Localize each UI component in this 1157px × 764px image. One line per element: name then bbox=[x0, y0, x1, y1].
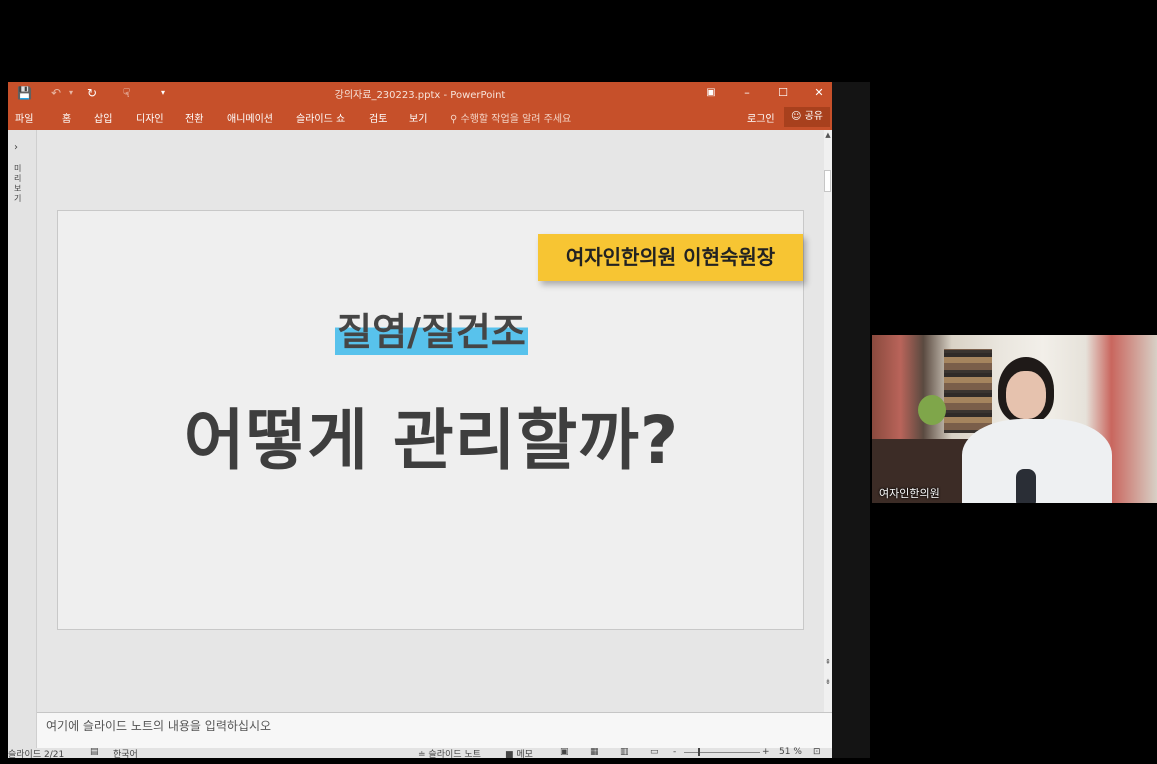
zoom-in-button[interactable]: + bbox=[762, 747, 770, 757]
comments-toggle[interactable]: ■ 메모 bbox=[505, 747, 533, 758]
minimize-button[interactable]: – bbox=[730, 82, 764, 104]
thumbnail-pane-collapsed[interactable]: › 미리보기 bbox=[8, 130, 37, 748]
language-indicator[interactable]: 한국어 bbox=[113, 747, 138, 758]
window-edge bbox=[832, 82, 870, 758]
participant-name: 여자인한의원 bbox=[879, 487, 940, 500]
zoom-out-button[interactable]: - bbox=[673, 747, 676, 757]
comments-toggle-label: 메모 bbox=[516, 750, 533, 758]
powerpoint-window: 💾 ↶ ▾ ↻ ☟ ▾ 강의자료_230223.pptx - PowerPoin… bbox=[8, 82, 832, 758]
maximize-button[interactable]: ☐ bbox=[766, 82, 800, 104]
tell-me-text: 수행할 작업을 알려 주세요 bbox=[460, 114, 572, 125]
participant-video[interactable]: 여자인한의원 bbox=[872, 335, 1157, 503]
previous-slide-icon[interactable]: ⇞ bbox=[824, 658, 832, 666]
share-label: 공유 bbox=[804, 111, 824, 122]
reading-view-icon[interactable]: ▥ bbox=[620, 747, 629, 757]
notes-icon: ≐ bbox=[418, 750, 426, 758]
slide-sorter-icon[interactable]: ▦ bbox=[590, 747, 599, 757]
current-slide[interactable]: 여자인한의원 이현숙원장 질염/질건조 어떻게 관리할까? bbox=[57, 210, 804, 630]
tab-slideshow[interactable]: 슬라이드 쇼 bbox=[296, 110, 345, 125]
fit-to-window-icon[interactable]: ⊡ bbox=[813, 747, 821, 757]
microphone bbox=[1016, 469, 1036, 503]
tab-design[interactable]: 디자인 bbox=[136, 110, 164, 125]
notes-toggle[interactable]: ≐ 슬라이드 노트 bbox=[418, 747, 481, 758]
login-button[interactable]: 로그인 bbox=[747, 110, 775, 125]
zoom-slider-thumb[interactable] bbox=[698, 748, 700, 756]
presenter-badge-text: 여자인한의원 이현숙원장 bbox=[565, 245, 776, 269]
tab-home[interactable]: 홈 bbox=[62, 110, 71, 125]
thumbnail-pane-label: 미리보기 bbox=[14, 164, 22, 203]
notes-pane[interactable]: 여기에 슬라이드 노트의 내용을 입력하십시오 bbox=[37, 712, 832, 749]
tab-review[interactable]: 검토 bbox=[369, 110, 387, 125]
vertical-scrollbar[interactable]: ▲ ⇞ ⇟ bbox=[824, 130, 832, 712]
scroll-up-icon[interactable]: ▲ bbox=[824, 131, 832, 139]
tell-me-box[interactable]: ⚲ 수행할 작업을 알려 주세요 bbox=[450, 110, 571, 125]
presenter-badge: 여자인한의원 이현숙원장 bbox=[538, 234, 803, 281]
presenter bbox=[962, 357, 1112, 503]
zoom-slider[interactable] bbox=[684, 752, 760, 753]
ribbon-tabs: 파일 홈 삽입 디자인 전환 애니메이션 슬라이드 쇼 검토 보기 ⚲ 수행할 … bbox=[8, 104, 832, 130]
normal-view-icon[interactable]: ▣ bbox=[560, 747, 569, 757]
scrollbar-thumb[interactable] bbox=[824, 170, 831, 192]
zoom-level[interactable]: 51 % bbox=[779, 747, 802, 757]
comments-icon: ■ bbox=[505, 750, 514, 758]
slide-headline: 어떻게 관리할까? bbox=[183, 402, 680, 479]
plant bbox=[918, 395, 946, 425]
notes-placeholder[interactable]: 여기에 슬라이드 노트의 내용을 입력하십시오 bbox=[46, 717, 271, 734]
slide-topic: 질염/질건조 bbox=[58, 309, 805, 355]
presenter-coat bbox=[962, 419, 1112, 503]
title-bar: 💾 ↶ ▾ ↻ ☟ ▾ 강의자료_230223.pptx - PowerPoin… bbox=[8, 82, 832, 104]
close-button[interactable]: ✕ bbox=[802, 82, 832, 104]
lightbulb-icon: ⚲ bbox=[450, 114, 458, 125]
share-button[interactable]: ☺ 공유 bbox=[784, 107, 830, 127]
slide-counter: 슬라이드 2/21 bbox=[8, 750, 65, 758]
tab-insert[interactable]: 삽입 bbox=[94, 110, 112, 125]
tab-view[interactable]: 보기 bbox=[409, 110, 427, 125]
ribbon-display-options-icon[interactable]: ▣ bbox=[694, 82, 728, 104]
tab-file[interactable]: 파일 bbox=[15, 110, 33, 125]
presenter-face bbox=[1006, 371, 1046, 419]
status-bar: 슬라이드 2/21 ▤ 한국어 ≐ 슬라이드 노트 ■ 메모 ▣ ▦ ▥ ▭ -… bbox=[8, 747, 832, 758]
slideshow-view-icon[interactable]: ▭ bbox=[650, 747, 659, 757]
slide-topic-text: 질염/질건조 bbox=[335, 309, 528, 355]
spellcheck-icon[interactable]: ▤ bbox=[90, 747, 99, 757]
tab-animations[interactable]: 애니메이션 bbox=[227, 110, 273, 125]
next-slide-icon[interactable]: ⇟ bbox=[824, 678, 832, 686]
notes-toggle-label: 슬라이드 노트 bbox=[428, 750, 481, 758]
person-icon: ☺ bbox=[790, 111, 802, 122]
expand-pane-icon[interactable]: › bbox=[14, 142, 18, 153]
tab-transitions[interactable]: 전환 bbox=[185, 110, 203, 125]
